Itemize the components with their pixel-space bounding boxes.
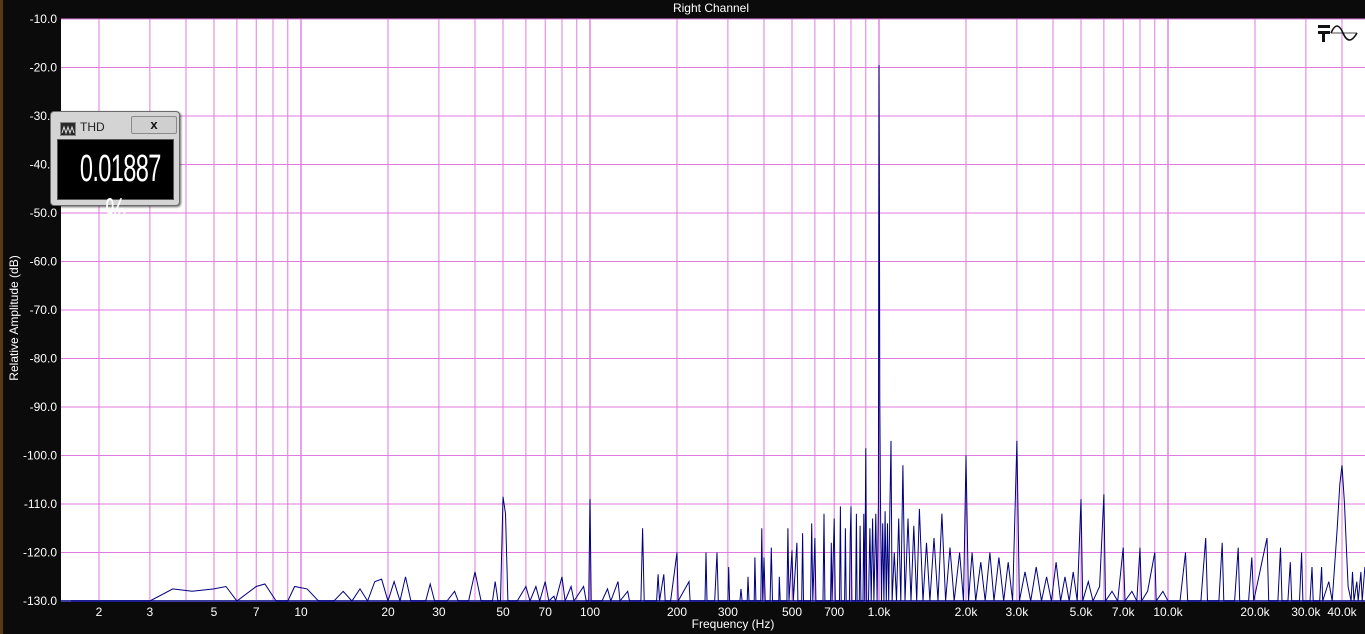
x-tick-label: 5.0k — [1070, 605, 1094, 619]
y-tick-label: -120.0 — [23, 546, 57, 560]
thd-panel[interactable]: THD x 0.01887 % — [50, 111, 180, 233]
spectrum-chart[interactable]: -10.0-20.0-30.0-40.0-50.0-60.0-70.0-80.0… — [0, 0, 1365, 634]
y-tick-label: -10.0 — [30, 12, 58, 26]
y-tick-labels: -10.0-20.0-30.0-40.0-50.0-60.0-70.0-80.0… — [23, 12, 57, 608]
y-tick-label: -50.0 — [30, 206, 58, 220]
x-tick-label: 10 — [294, 605, 308, 619]
x-tick-label: 40.0k — [1327, 605, 1357, 619]
y-tick-label: -130.0 — [23, 594, 57, 608]
waveform-icon — [60, 122, 76, 136]
x-tick-label: 30.0k — [1291, 605, 1321, 619]
x-tick-label: 7.0k — [1112, 605, 1136, 619]
x-tick-label: 5 — [211, 605, 218, 619]
x-tick-label: 3.0k — [1006, 605, 1030, 619]
close-button[interactable]: x — [131, 116, 177, 134]
y-tick-label: -80.0 — [30, 352, 58, 366]
y-axis-label: Relative Amplitude (dB) — [7, 255, 21, 380]
x-tick-label: 700 — [824, 605, 844, 619]
x-tick-label: 10.0k — [1153, 605, 1183, 619]
x-tick-label: 20 — [381, 605, 395, 619]
x-tick-label: 70 — [539, 605, 553, 619]
sine-wave-icon[interactable] — [1317, 22, 1359, 44]
x-axis-label: Frequency (Hz) — [692, 617, 775, 631]
y-tick-label: -60.0 — [30, 255, 58, 269]
x-tick-label: 1.0k — [868, 605, 892, 619]
y-tick-label: -110.0 — [24, 497, 57, 511]
y-tick-label: -100.0 — [23, 449, 57, 463]
x-tick-label: 3 — [147, 605, 154, 619]
y-tick-label: -90.0 — [30, 400, 58, 414]
x-tick-label: 30 — [432, 605, 446, 619]
x-tick-label: 2 — [96, 605, 103, 619]
y-tick-label: -20.0 — [30, 61, 58, 75]
x-tick-label: 200 — [667, 605, 687, 619]
thd-panel-header[interactable]: THD x — [53, 114, 177, 136]
y-tick-label: -70.0 — [30, 303, 58, 317]
x-tick-label: 500 — [782, 605, 802, 619]
x-tick-label: 100 — [580, 605, 600, 619]
thd-value: 0.01887 % — [79, 148, 161, 233]
thd-label: THD — [80, 120, 105, 134]
thd-readout: 0.01887 % — [57, 139, 174, 233]
x-tick-label: 50 — [496, 605, 510, 619]
x-tick-label: 2.0k — [955, 605, 979, 619]
x-tick-label: 20.0k — [1240, 605, 1270, 619]
x-tick-label: 7 — [253, 605, 260, 619]
